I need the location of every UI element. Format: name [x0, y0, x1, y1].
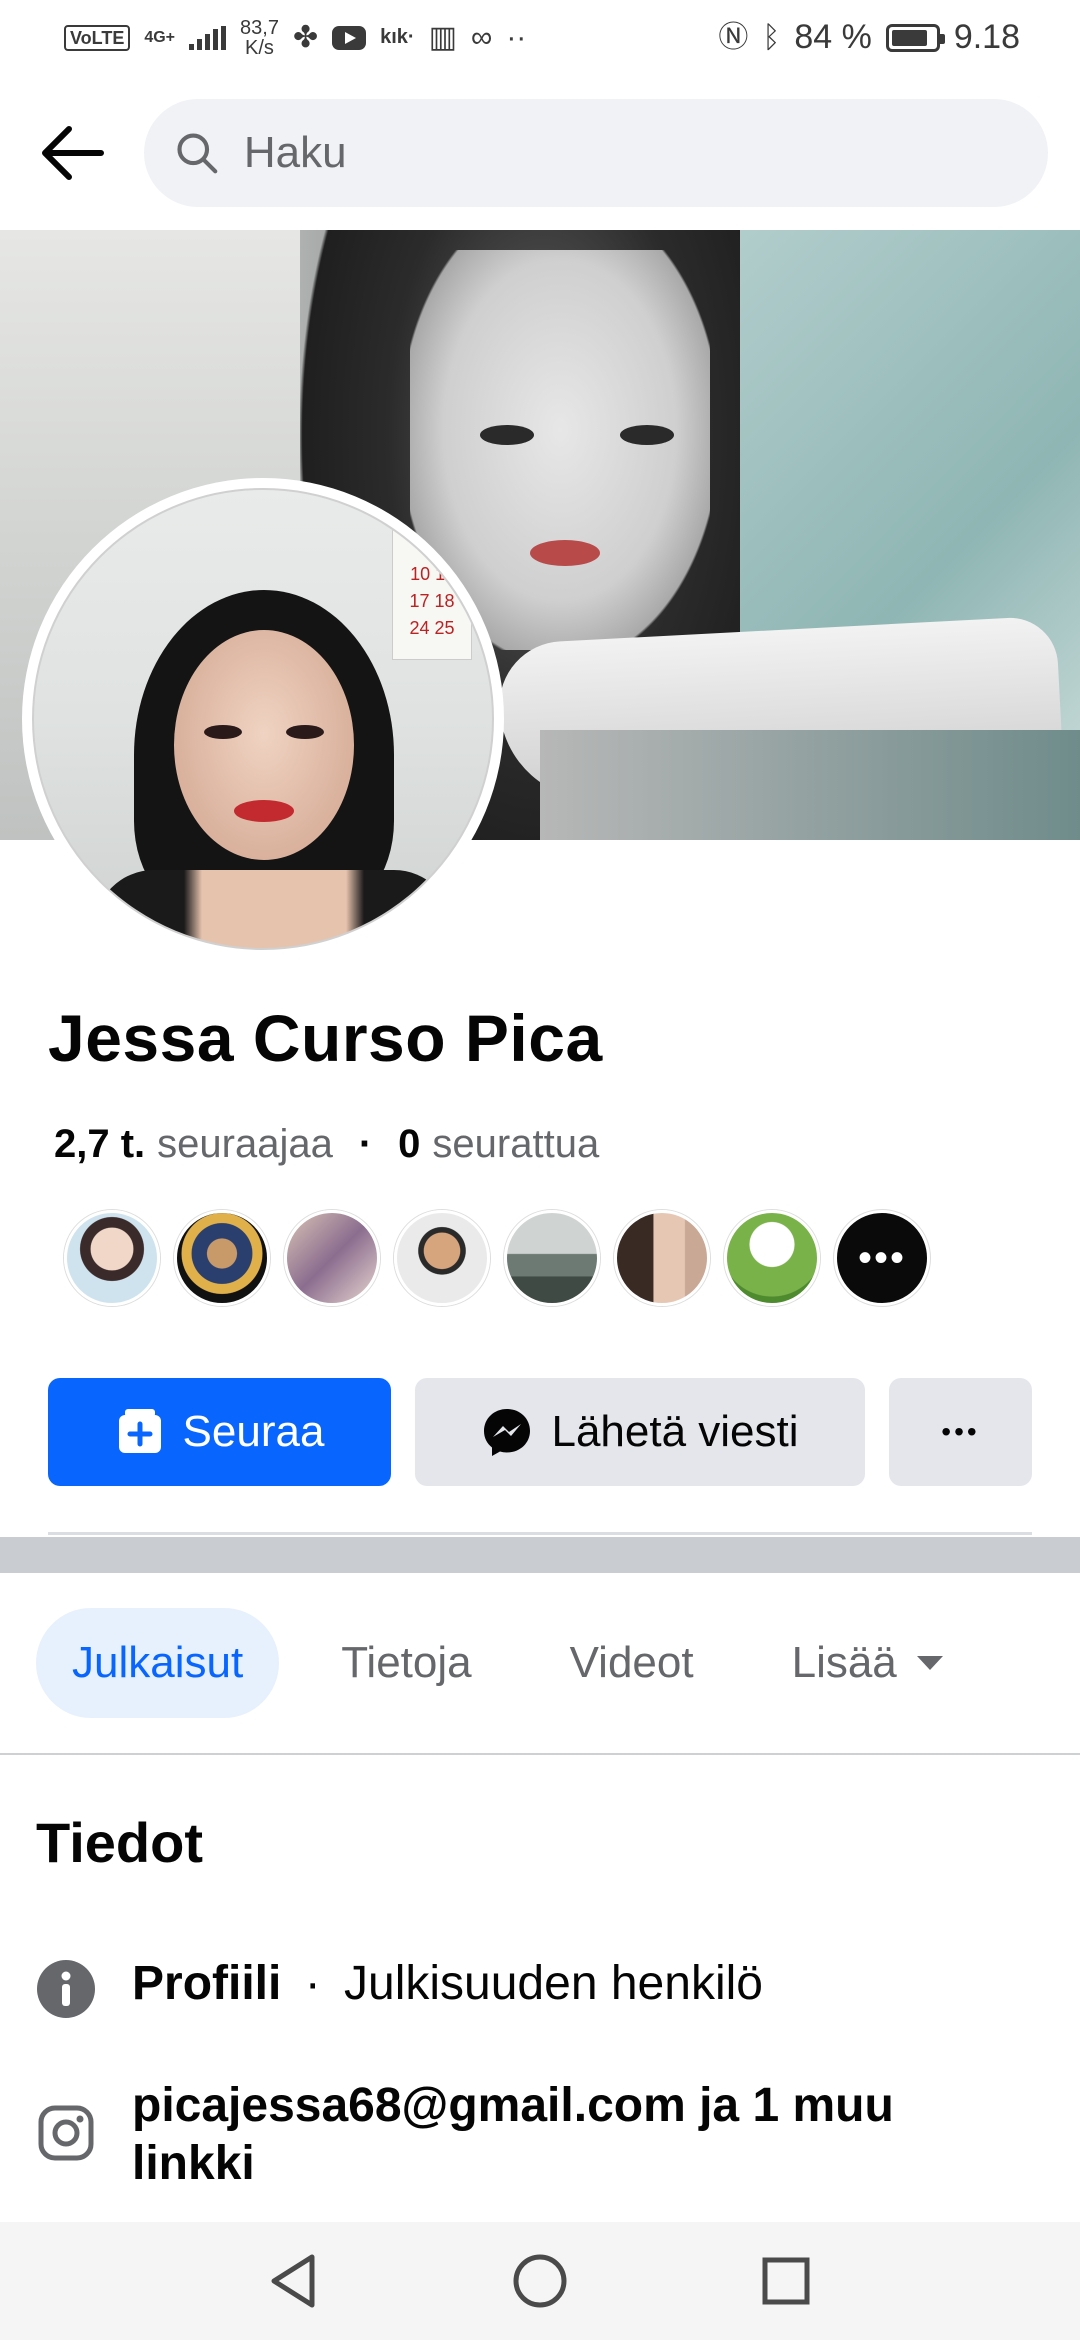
nav-home-button[interactable] [508, 2249, 572, 2313]
kik-icon: kık· [380, 26, 415, 48]
chevron-down-icon [916, 1656, 943, 1670]
follow-label: Seuraa [182, 1407, 325, 1456]
profile-separator: · [304, 1957, 321, 2010]
follower-avatar[interactable] [614, 1210, 710, 1306]
follower-avatar[interactable] [724, 1210, 820, 1306]
tab-posts[interactable]: Julkaisut [36, 1608, 280, 1718]
profile-name: Jessa Curso Pica [48, 1001, 603, 1075]
more-followers-button[interactable]: ••• [834, 1210, 930, 1306]
detail-profile-category: Profiili · Julkisuuden henkilö [36, 1955, 763, 2019]
back-button[interactable] [36, 117, 108, 189]
follow-button[interactable]: Seuraa [48, 1378, 391, 1486]
circle-home-icon [513, 2254, 567, 2308]
bluetooth-icon: ᛒ [762, 20, 781, 54]
tab-more-label: Lisää [791, 1638, 897, 1687]
messenger-icon [484, 1409, 531, 1456]
send-message-label: Lähetä viesti [551, 1407, 799, 1456]
details-title: Tiedot [36, 1811, 203, 1874]
detail-instagram-link[interactable]: picajessa68@gmail.com ja 1 muu linkki [36, 2077, 1012, 2193]
tab-videos[interactable]: Videot [534, 1608, 730, 1718]
profile-picture[interactable]: 3 4 10 11 17 18 24 25 [22, 478, 504, 960]
arrow-left-icon [42, 125, 104, 180]
status-bar: VoLTE 4G+ 83,7 K/s ✤ kık· ▥ ∞ ·· Ⓝ ᛒ 84 … [0, 0, 1080, 75]
section-separator [0, 1537, 1080, 1573]
follower-avatar[interactable] [64, 1210, 160, 1306]
follow-plus-icon [118, 1409, 161, 1453]
following-count[interactable]: 0 [398, 1122, 420, 1167]
clock: 9.18 [953, 18, 1020, 56]
more-notifications-icon: ·· [506, 20, 527, 54]
follower-avatar[interactable] [174, 1210, 270, 1306]
system-nav-bar [0, 2222, 1080, 2340]
search-input[interactable] [243, 127, 1018, 178]
battery-percent: 84 % [794, 18, 872, 56]
profile-actions: Seuraa Lähetä viesti ••• [48, 1378, 1032, 1486]
follower-avatar[interactable] [504, 1210, 600, 1306]
network-speed: 83,7 K/s [240, 18, 279, 58]
speed-unit: K/s [245, 36, 274, 59]
followers-label[interactable]: seuraajaa [157, 1122, 333, 1167]
instagram-icon [38, 2105, 94, 2161]
status-right: Ⓝ ᛒ 84 % 9.18 [718, 18, 1020, 57]
speed-value: 83,7 [240, 16, 279, 39]
tripadvisor-icon: ∞ [470, 20, 493, 54]
tab-about[interactable]: Tietoja [305, 1608, 507, 1718]
send-message-button[interactable]: Lähetä viesti [415, 1378, 865, 1486]
follower-avatar[interactable] [284, 1210, 380, 1306]
more-options-button[interactable]: ••• [889, 1378, 1032, 1486]
search-bar[interactable] [144, 98, 1048, 207]
following-label[interactable]: seurattua [432, 1122, 599, 1167]
profile-label: Profiili [132, 1957, 282, 2010]
nav-back-button[interactable] [262, 2249, 326, 2313]
profile-stats: 2,7 t. seuraajaa · 0 seurattua [54, 1122, 599, 1167]
more-options-icon: ••• [941, 1416, 980, 1447]
tabs-divider [0, 1753, 1080, 1755]
nav-recents-button[interactable] [754, 2249, 818, 2313]
followers-count[interactable]: 2,7 t. [54, 1122, 145, 1167]
follower-avatar[interactable] [394, 1210, 490, 1306]
profile-tabs: Julkaisut Tietoja Videot Lisää [36, 1608, 979, 1718]
status-left: VoLTE 4G+ 83,7 K/s ✤ kık· ▥ ∞ ·· [64, 18, 526, 58]
app-notification-icon: ▥ [428, 20, 457, 54]
battery-icon [885, 23, 945, 52]
follower-avatars: ••• [64, 1210, 930, 1306]
youtube-icon [332, 25, 367, 50]
nfc-icon: Ⓝ [718, 20, 749, 54]
tab-more[interactable]: Lisää [756, 1608, 979, 1718]
info-icon [37, 1960, 95, 2018]
divider [48, 1532, 1032, 1535]
volte-indicator: VoLTE [64, 24, 131, 51]
instagram-link-text[interactable]: picajessa68@gmail.com ja 1 muu linkki [132, 2079, 894, 2190]
profile-category: Julkisuuden henkilö [344, 1957, 763, 2010]
pinwheel-icon: ✤ [292, 20, 319, 54]
triangle-back-icon [271, 2254, 315, 2308]
stats-separator: · [358, 1122, 373, 1166]
top-bar [0, 75, 1080, 230]
square-recents-icon [762, 2257, 810, 2305]
network-type: 4G+ [144, 28, 176, 46]
search-icon [177, 133, 218, 173]
more-dots-icon: ••• [857, 1236, 906, 1280]
signal-icon [189, 25, 227, 50]
